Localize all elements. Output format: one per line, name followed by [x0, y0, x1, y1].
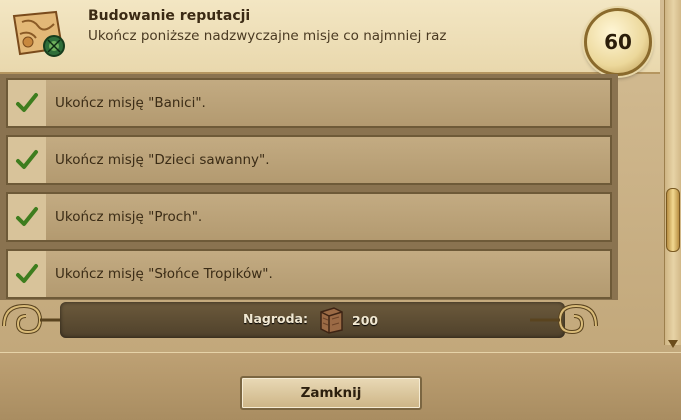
- task-row: Ukończ misję "Dzieci sawanny".: [6, 135, 612, 185]
- check-icon: [8, 80, 46, 126]
- check-icon: [8, 137, 46, 183]
- task-label: Ukończ misję "Dzieci sawanny".: [55, 152, 270, 168]
- task-label: Ukończ misję "Proch".: [55, 209, 203, 225]
- reward-value: 200: [352, 313, 379, 328]
- close-button[interactable]: Zamknij: [240, 376, 422, 410]
- reward-bar: [60, 302, 565, 338]
- scroll-down-arrow-icon[interactable]: [666, 338, 680, 350]
- reward-label: Nagroda:: [243, 311, 308, 326]
- quest-header: Budowanie reputacji Ukończ poniższe nadz…: [0, 0, 660, 74]
- treasure-map-icon: [12, 10, 65, 57]
- crate-icon: [320, 307, 343, 334]
- scrollbar-track[interactable]: [664, 0, 681, 345]
- task-row: Ukończ misję "Banici".: [6, 78, 612, 128]
- quest-title: Budowanie reputacji: [88, 8, 251, 24]
- quest-description: Ukończ poniższe nadzwyczajne misje co na…: [88, 28, 447, 44]
- task-label: Ukończ misję "Banici".: [55, 95, 206, 111]
- task-row: Ukończ misję "Proch".: [6, 192, 612, 242]
- points-badge: 60: [584, 8, 652, 76]
- task-row: Ukończ misję "Słońce Tropików".: [6, 249, 612, 299]
- check-icon: [8, 251, 46, 297]
- task-list: Ukończ misję "Banici". Ukończ misję "Dzi…: [0, 74, 618, 300]
- right-scroll-ornament-icon: [530, 303, 598, 335]
- points-value: 60: [604, 30, 632, 54]
- check-icon: [8, 194, 46, 240]
- scrollbar-thumb[interactable]: [666, 188, 680, 252]
- task-label: Ukończ misję "Słońce Tropików".: [55, 266, 273, 282]
